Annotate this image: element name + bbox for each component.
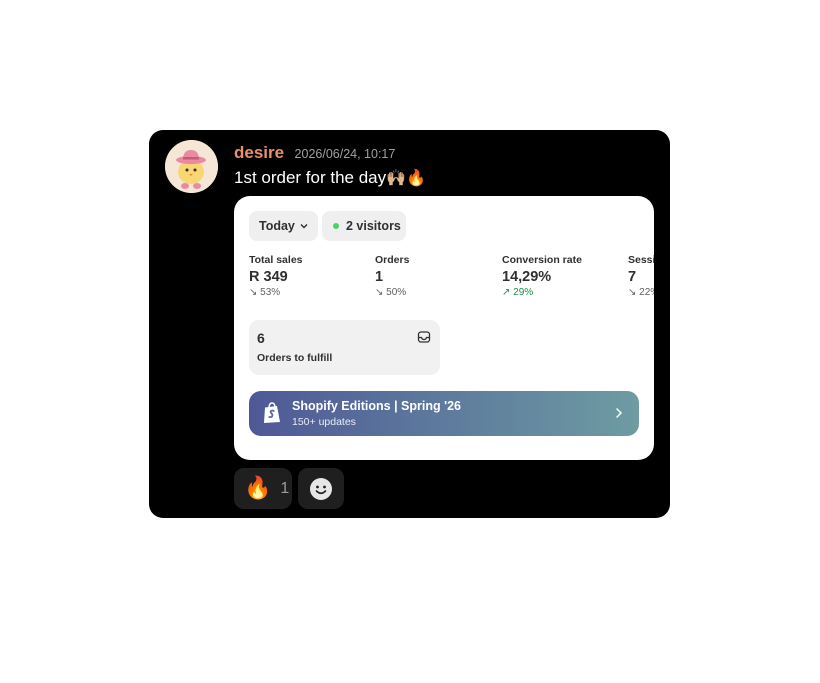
inbox-icon <box>417 331 431 343</box>
visitors-button[interactable]: 2 visitors <box>322 211 406 241</box>
metric-sessions[interactable]: Sessions 7 ↘ 22% <box>628 254 654 298</box>
username[interactable]: desire <box>234 143 284 162</box>
avatar[interactable] <box>165 140 218 193</box>
visitors-label: 2 visitors <box>346 219 401 233</box>
timestamp: 2026/06/24, 10:17 <box>294 147 396 161</box>
fire-icon: 🔥 <box>244 476 272 501</box>
metric-delta: ↘ 53% <box>249 287 281 298</box>
metric-value: 7 <box>628 269 637 285</box>
fulfill-label: Orders to fulfill <box>257 352 333 364</box>
message-text: 1st order for the day🙌🏼🔥 <box>234 168 426 188</box>
orders-to-fulfill-card[interactable]: 6 Orders to fulfill <box>249 320 440 375</box>
chat-message: desire 2026/06/24, 10:17 1st order for t… <box>149 130 670 518</box>
banner-subtitle: 150+ updates <box>292 416 356 428</box>
message-body: 1st order for the day <box>234 168 387 187</box>
banner-title: Shopify Editions | Spring '26 <box>292 399 461 413</box>
metric-delta: ↘ 50% <box>375 287 407 298</box>
date-filter-button[interactable]: Today <box>249 211 318 241</box>
chevron-right-icon <box>616 408 623 418</box>
metric-label: Total sales <box>249 254 303 266</box>
metric-total-sales[interactable]: Total sales R 349 ↘ 53% <box>249 254 303 298</box>
cowboy-chick-icon <box>165 140 218 193</box>
chevron-down-icon <box>300 224 308 229</box>
metric-value: 1 <box>375 269 384 285</box>
message-header: desire 2026/06/24, 10:17 <box>234 143 395 163</box>
metric-conversion-rate[interactable]: Conversion rate 14,29% ↗ 29% <box>502 254 582 298</box>
message-emojis: 🙌🏼🔥 <box>386 168 426 187</box>
metric-label: Sessions <box>628 254 654 266</box>
metric-label: Conversion rate <box>502 254 582 266</box>
add-reaction-button[interactable] <box>298 468 344 509</box>
smiley-icon <box>310 477 332 500</box>
reaction-count: 1 <box>280 479 290 497</box>
metric-label: Orders <box>375 254 410 266</box>
metric-value: R 349 <box>249 269 288 285</box>
date-filter-label: Today <box>259 219 295 233</box>
metric-delta: ↗ 29% <box>502 287 534 298</box>
metric-orders[interactable]: Orders 1 ↘ 50% <box>375 254 409 298</box>
metric-delta: ↘ 22% <box>628 287 654 298</box>
live-dot-icon <box>333 223 339 229</box>
shopify-dashboard-embed: Today 2 visitors Total sales R 349 ↘ 53%… <box>234 196 654 460</box>
reaction-fire-button[interactable]: 🔥 1 <box>234 468 292 509</box>
metric-value: 14,29% <box>502 269 552 285</box>
fulfill-count: 6 <box>257 330 265 346</box>
shopify-editions-banner[interactable]: Shopify Editions | Spring '26 150+ updat… <box>249 391 639 436</box>
shopify-bag-icon <box>264 402 280 423</box>
